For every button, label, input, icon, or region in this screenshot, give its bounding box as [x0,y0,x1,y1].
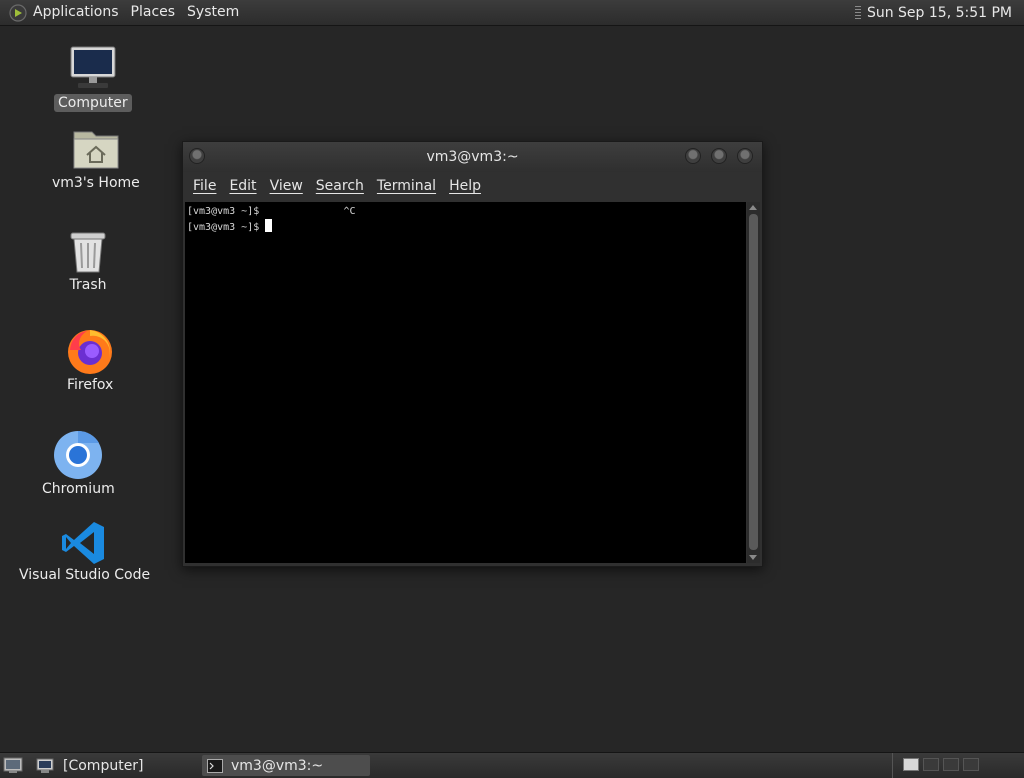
desktop-icon-home[interactable]: vm3's Home [48,126,144,192]
desktop-icon-label: Chromium [42,481,115,497]
desktop-icon-label: Trash [69,277,107,293]
minimize-button[interactable] [685,148,701,164]
desktop-icon-label: Visual Studio Code [19,567,151,583]
scroll-up-arrow-icon[interactable] [749,205,757,210]
desktop-icon-computer[interactable]: Computer [54,44,132,112]
applications-logo-icon[interactable] [9,3,27,22]
terminal-output[interactable]: [vm3@vm3 ~]$ ^C [vm3@vm3 ~]$ [185,202,746,563]
text-cursor [265,219,273,232]
menu-edit[interactable]: Edit [223,178,262,194]
desktop-icon-chromium[interactable]: Chromium [38,430,119,498]
computer-icon [70,46,116,88]
terminal-line: [vm3@vm3 ~]$ ^C [187,206,356,217]
desktop-icon-label: Computer [54,94,132,112]
terminal-window[interactable]: vm3@vm3:~ File Edit View Search Terminal… [182,141,763,567]
applications-menu[interactable]: Applications [27,0,125,25]
workspace-4[interactable] [963,758,979,771]
workspace-2[interactable] [923,758,939,771]
terminal-icon [207,758,223,773]
workspace-3[interactable] [943,758,959,771]
computer-icon [36,758,54,773]
desktop-icon-vscode[interactable]: Visual Studio Code [15,520,154,584]
panel-separator [892,753,893,778]
clock[interactable]: Sun Sep 15, 5:51 PM [867,5,1012,21]
menu-view[interactable]: View [264,178,309,194]
terminal-scrollbar[interactable] [747,202,760,563]
menu-terminal[interactable]: Terminal [371,178,442,194]
terminal-menubar: File Edit View Search Terminal Help [183,172,762,200]
scroll-down-arrow-icon[interactable] [749,555,757,560]
desktop-icon-label: Firefox [67,377,114,393]
places-menu[interactable]: Places [125,0,182,25]
workspace-1[interactable] [903,758,919,771]
scroll-thumb[interactable] [749,214,758,550]
taskbar-item-label: vm3@vm3:~ [231,757,324,774]
desktop-icon-firefox[interactable]: Firefox [63,326,117,394]
terminal-line: [vm3@vm3 ~]$ [187,222,266,233]
top-panel: Applications Places System Sun Sep 15, 5… [0,0,1024,26]
panel-handle-icon [854,5,861,20]
menu-help[interactable]: Help [443,178,487,194]
maximize-button[interactable] [711,148,727,164]
desktop-icon-trash[interactable]: Trash [63,228,113,294]
close-button[interactable] [737,148,753,164]
vscode-icon [61,522,104,564]
menu-search[interactable]: Search [310,178,370,194]
bottom-panel: [Computer] vm3@vm3:~ [0,752,1024,778]
menu-file[interactable]: File [187,178,222,194]
window-title: vm3@vm3:~ [426,149,519,165]
system-menu[interactable]: System [181,0,245,25]
firefox-icon [68,330,113,374]
taskbar-item-terminal[interactable]: vm3@vm3:~ [202,755,370,776]
trash-icon [70,232,106,273]
chromium-icon [54,430,103,479]
desktop-icon-label: vm3's Home [52,175,140,191]
taskbar-item-computer[interactable]: [Computer] [36,755,196,776]
show-desktop-icon[interactable] [3,757,23,774]
taskbar-item-label: [Computer] [63,757,144,774]
window-titlebar[interactable]: vm3@vm3:~ [183,142,762,172]
home-folder-icon [73,131,119,169]
